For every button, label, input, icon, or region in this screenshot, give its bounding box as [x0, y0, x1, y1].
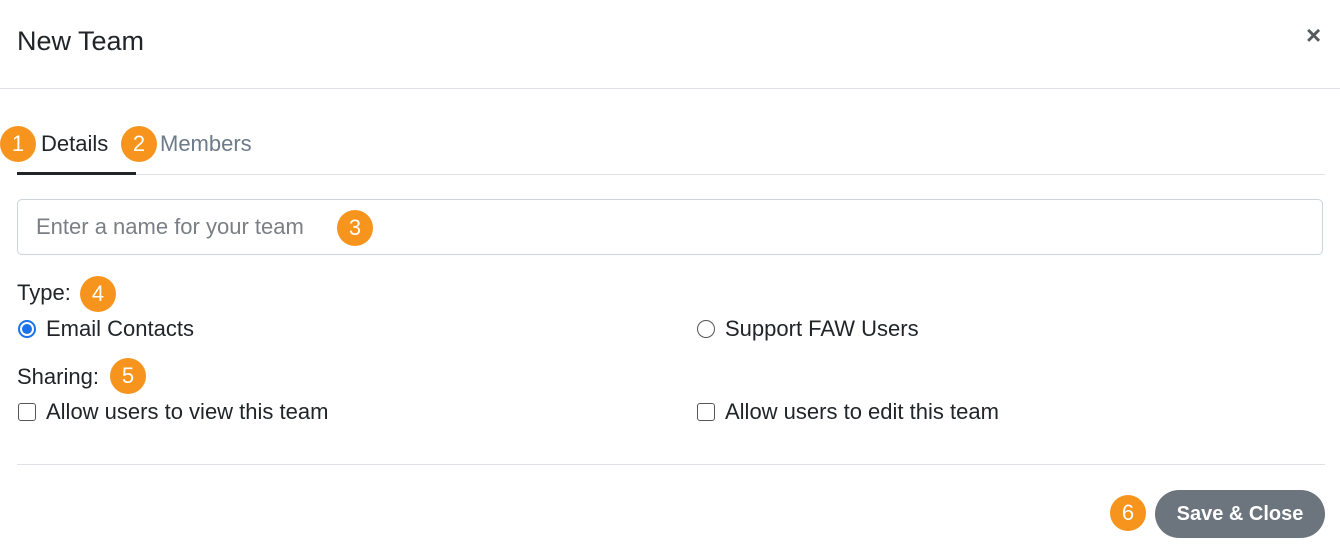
option-label: Allow users to view this team — [46, 399, 329, 424]
tab-bar: Details Members — [17, 116, 1325, 175]
radio-email-contacts[interactable] — [18, 320, 36, 338]
callout-marker-6: 6 — [1110, 495, 1146, 531]
callout-marker-3: 3 — [337, 210, 373, 246]
sharing-option-view[interactable]: Allow users to view this team — [18, 399, 328, 425]
save-close-button[interactable]: Save & Close — [1155, 490, 1325, 538]
team-name-input[interactable] — [17, 199, 1323, 255]
callout-marker-2: 2 — [121, 126, 157, 162]
active-tab-indicator — [17, 172, 136, 175]
close-icon[interactable]: × — [1306, 22, 1321, 48]
modal-header: New Team × — [0, 0, 1340, 89]
sharing-label: Sharing: — [17, 364, 99, 389]
option-label: Allow users to edit this team — [725, 399, 999, 424]
checkbox-allow-edit[interactable] — [697, 403, 715, 421]
footer-divider — [17, 464, 1325, 465]
radio-support-faw-users[interactable] — [697, 320, 715, 338]
callout-marker-5: 5 — [110, 358, 146, 394]
type-label: Type: — [17, 280, 71, 305]
sharing-option-edit[interactable]: Allow users to edit this team — [697, 399, 999, 425]
tab-members[interactable]: Members — [160, 131, 252, 157]
checkbox-allow-view[interactable] — [18, 403, 36, 421]
option-label: Email Contacts — [46, 316, 194, 341]
type-option-email-contacts[interactable]: Email Contacts — [18, 316, 194, 342]
tab-details[interactable]: Details — [41, 131, 108, 157]
modal-title: New Team — [17, 26, 145, 56]
callout-marker-4: 4 — [80, 276, 116, 312]
option-label: Support FAW Users — [725, 316, 919, 341]
type-option-support-faw-users[interactable]: Support FAW Users — [697, 316, 919, 342]
callout-marker-1: 1 — [0, 126, 36, 162]
